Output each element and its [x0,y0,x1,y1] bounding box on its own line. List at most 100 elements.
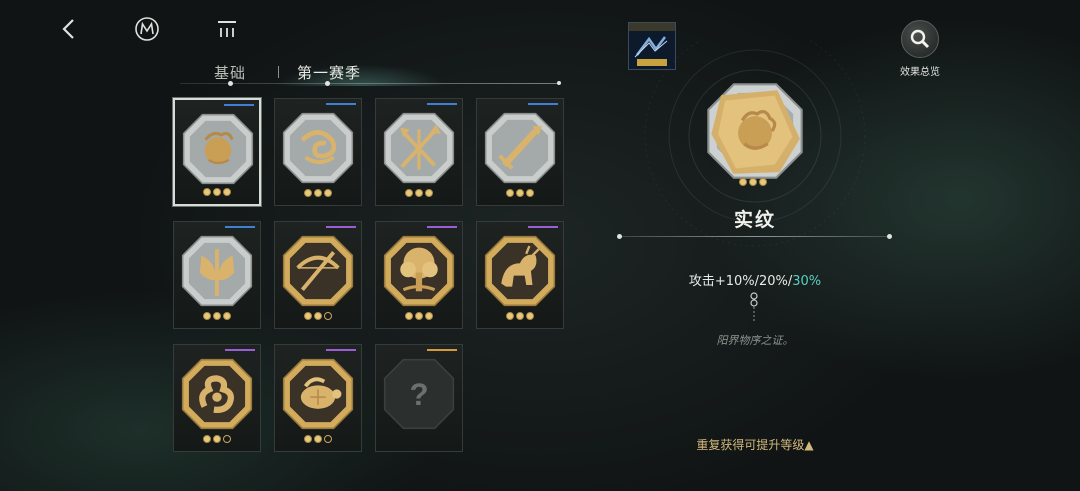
level-pip-filled [749,178,757,186]
emblem-card[interactable] [274,344,362,452]
level-pips [477,312,563,320]
rarity-bar [326,226,356,228]
title-divider [620,236,890,237]
crossed-arrows-emblem-icon [383,112,455,184]
rarity-bar [225,226,255,228]
upgrade-hint[interactable]: 重复获得可提升等级▲ [640,436,870,453]
tab-basic[interactable]: 基础 [214,62,246,83]
rarity-bar [528,226,558,228]
level-pip-empty [324,312,332,320]
unknown-question-icon: ? [383,358,455,430]
level-pip-filled [203,188,211,196]
coiled-serpent-emblem-icon [282,112,354,184]
tab-season-one[interactable]: 第一赛季 [297,62,361,83]
level-pip-filled [506,312,514,320]
tree-emblem-icon [383,235,455,307]
emblem-card[interactable] [476,98,564,206]
connector-ornament-icon [750,292,758,322]
divider-left-dot [617,234,622,239]
level-pips [174,312,260,320]
effect-values: 攻击+10%/20%/ [688,274,793,289]
level-pips [174,435,260,443]
level-pip-empty [223,435,231,443]
emblem-card-selected[interactable] [173,98,261,206]
level-pip-filled [739,178,747,186]
level-pip-filled [314,189,322,197]
effect-current-value: 30% [792,274,822,289]
level-pip-filled [415,189,423,197]
level-pip-filled [425,189,433,197]
level-pip-filled [223,188,231,196]
level-pip-filled [223,312,231,320]
m-circle-logo-icon[interactable] [132,14,162,44]
level-pip-filled [304,435,312,443]
rarity-bar [224,104,254,106]
tab-underline [180,83,560,84]
level-pip-filled [415,312,423,320]
emblem-card[interactable] [476,221,564,329]
emblem-name: 实纹 [733,209,776,231]
rarity-bar [427,349,457,351]
selected-emblem-large [702,78,808,184]
level-pips [275,189,361,197]
emblem-card[interactable]: ? [375,344,463,452]
level-pip-filled [213,435,221,443]
crossbow-emblem-icon [282,235,354,307]
emblem-card[interactable] [375,221,463,329]
back-arrow-icon[interactable] [54,14,84,44]
qilin-emblem-icon [484,235,556,307]
level-pip-filled [213,312,221,320]
level-pips [477,189,563,197]
detail-level-pips [739,178,767,186]
rarity-bar [427,103,457,105]
level-pip-filled [405,312,413,320]
lore-text: 阳界物序之证。 [716,334,794,347]
level-pips [376,312,462,320]
tab-bar: 基础 第一赛季 [180,58,562,90]
level-pip-filled [405,189,413,197]
level-pip-filled [304,312,312,320]
level-pip-filled [425,312,433,320]
level-pips [275,312,361,320]
turtle-emblem-icon [282,358,354,430]
rarity-bar [225,349,255,351]
level-pip-filled [324,189,332,197]
emblem-card[interactable] [375,98,463,206]
flame-lion-emblem-icon [182,113,254,185]
level-pip-filled [314,435,322,443]
emblem-card[interactable] [173,221,261,329]
rarity-bar [326,349,356,351]
level-pips [376,189,462,197]
rarity-bar [326,103,356,105]
tab-divider [278,66,279,78]
list-menu-icon[interactable] [212,14,242,44]
level-pips [275,435,361,443]
ruyi-cloud-emblem-icon [181,358,253,430]
level-pip-filled [314,312,322,320]
emblem-card[interactable] [173,344,261,452]
level-pip-filled [506,189,514,197]
level-pips [175,188,259,196]
level-pip-filled [213,188,221,196]
level-pip-filled [203,312,211,320]
rarity-bar [528,103,558,105]
level-pip-filled [526,189,534,197]
level-pip-filled [516,312,524,320]
level-pip-filled [759,178,767,186]
divider-right-dot [887,234,892,239]
level-pip-filled [203,435,211,443]
sword-emblem-icon [484,112,556,184]
level-pip-filled [516,189,524,197]
tab-marker-dot-active [325,81,330,86]
svg-text:?: ? [409,377,428,412]
level-pip-empty [324,435,332,443]
effect-text: 攻击+10%/20%/30% [640,270,870,289]
emblem-card[interactable] [274,98,362,206]
level-pip-filled [526,312,534,320]
tab-line-end-dot [557,81,561,85]
level-pip-filled [304,189,312,197]
tab-marker-dot [228,81,233,86]
emblem-card[interactable] [274,221,362,329]
rarity-bar [427,226,457,228]
axe-emblem-icon [181,235,253,307]
